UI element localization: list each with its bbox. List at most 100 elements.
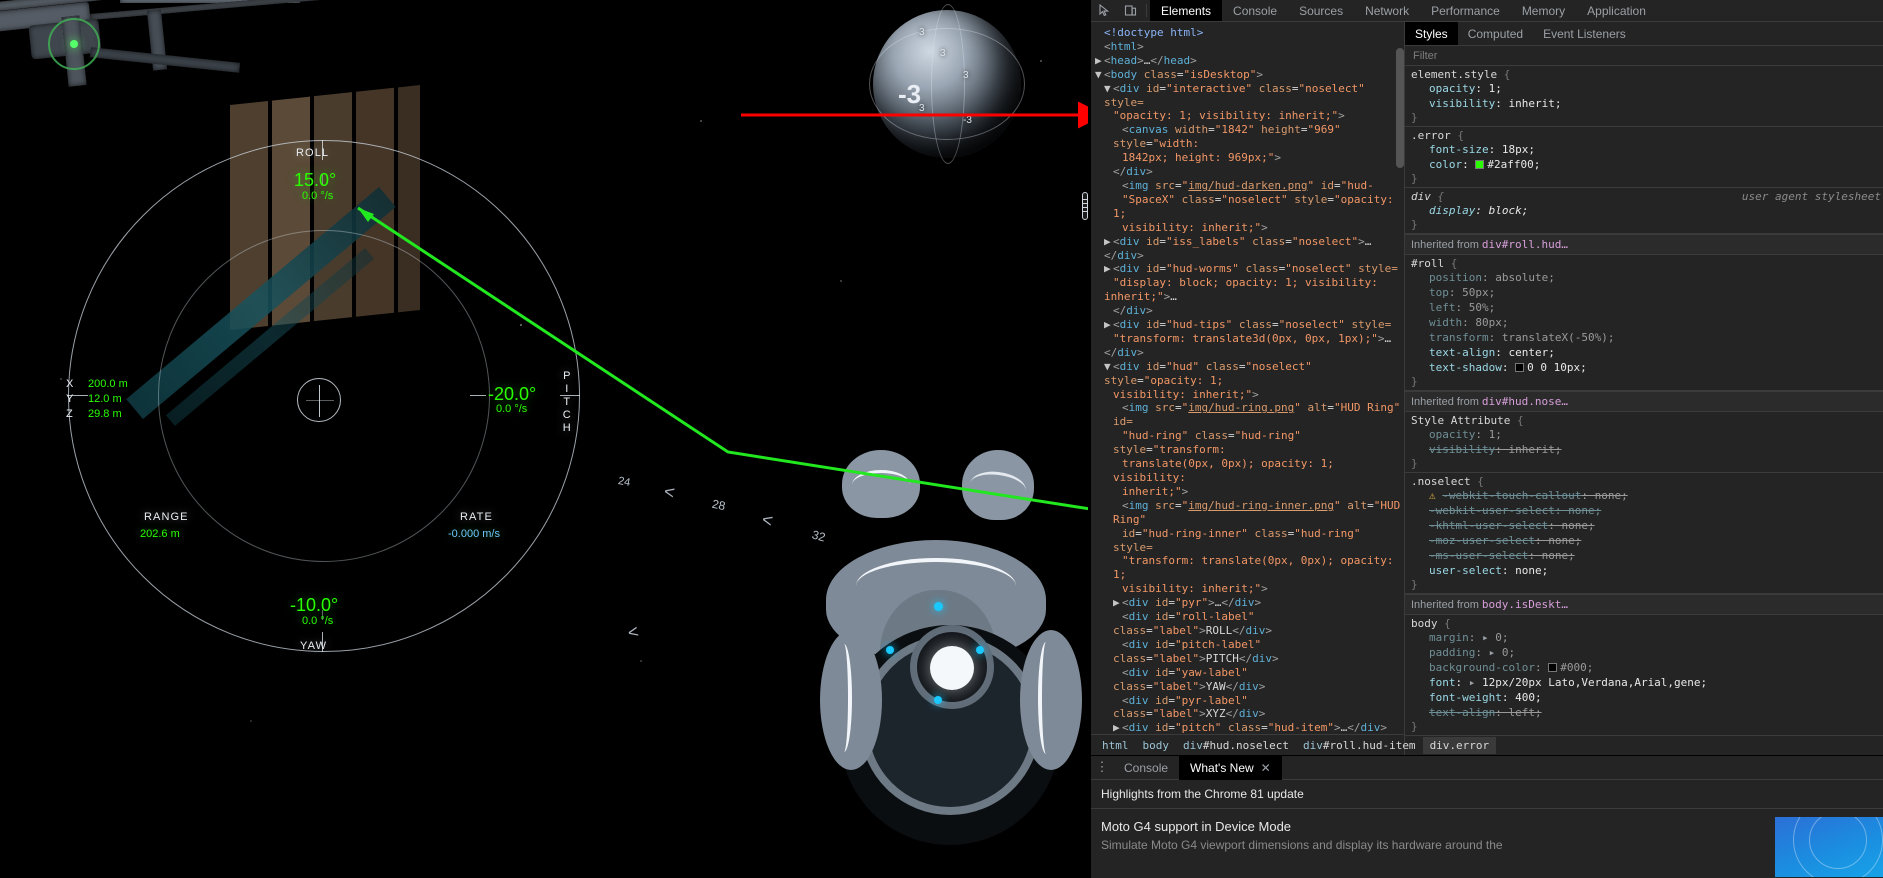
style-rule[interactable]: Style Attribute {opacity: 1; visibility: …: [1405, 412, 1883, 473]
style-rule[interactable]: body {margin: ▸ 0; padding: ▸ 0; backgroun…: [1405, 615, 1883, 736]
disclosure-triangle-icon[interactable]: ▼: [1104, 360, 1113, 374]
disclosure-triangle-icon[interactable]: ▼: [1095, 68, 1104, 82]
dom-node[interactable]: ▶ <div id="iss_labels" class="noselect">……: [1095, 235, 1404, 263]
style-property[interactable]: opacity: 1;: [1411, 427, 1883, 442]
style-source-link[interactable]: user agent stylesheet: [1742, 190, 1881, 203]
dom-node[interactable]: <img src="img/hud-ring-inner.png" alt="H…: [1095, 499, 1404, 527]
dom-node[interactable]: <div id="pitch-label" class="label">PITC…: [1095, 638, 1404, 666]
tab-computed[interactable]: Computed: [1458, 22, 1533, 45]
dom-node[interactable]: "SpaceX" class="noselect" style="opacity…: [1095, 193, 1404, 221]
tab-application[interactable]: Application: [1576, 0, 1657, 21]
breadcrumb-item[interactable]: div#roll.hud-item: [1296, 737, 1423, 754]
dom-node[interactable]: 1842px; height: 969px;">: [1095, 151, 1404, 165]
dom-scrollbar[interactable]: [1396, 48, 1404, 168]
style-property[interactable]: display: block;: [1411, 203, 1883, 218]
inspect-icon[interactable]: [1091, 0, 1117, 21]
style-rule-selector[interactable]: Style Attribute {: [1411, 414, 1883, 427]
tab-performance[interactable]: Performance: [1420, 0, 1511, 21]
tab-console[interactable]: Console: [1222, 0, 1288, 21]
style-rule-selector[interactable]: body {: [1411, 617, 1883, 630]
style-rule-selector[interactable]: .noselect {: [1411, 475, 1883, 488]
style-rule[interactable]: #roll {position: absolute; top: 50px; left…: [1405, 255, 1883, 391]
tab-network[interactable]: Network: [1354, 0, 1420, 21]
style-property[interactable]: font: ▸ 12px/20px Lato,Verdana,Arial,gen…: [1411, 675, 1883, 690]
dom-node[interactable]: "transform: translate3d(0px, 0px, 1px);"…: [1095, 332, 1404, 360]
style-property[interactable]: transform: translateX(-50%);: [1411, 330, 1883, 345]
style-rule[interactable]: .error {font-size: 18px; color: #2aff00;}: [1405, 127, 1883, 188]
style-property[interactable]: -ms-user-select: none;: [1411, 548, 1883, 563]
tab-styles[interactable]: Styles: [1405, 22, 1458, 45]
panel-resize-handle[interactable]: [1078, 192, 1088, 220]
dom-node[interactable]: <img src="img/hud-ring.png" alt="HUD Rin…: [1095, 401, 1404, 429]
style-property[interactable]: background-color: #000;: [1411, 660, 1883, 675]
dom-node[interactable]: <!doctype html>: [1095, 26, 1404, 40]
styles-tabbar[interactable]: Styles Computed Event Listeners: [1405, 22, 1883, 46]
style-property[interactable]: visibility: inherit;: [1411, 442, 1883, 457]
style-property[interactable]: padding: ▸ 0;: [1411, 645, 1883, 660]
dom-node[interactable]: "display: block; opacity: 1; visibility:…: [1095, 276, 1404, 304]
dom-node[interactable]: ▶ <head>…</head>: [1095, 54, 1404, 68]
style-property[interactable]: opacity: 1;: [1411, 81, 1883, 96]
disclosure-triangle-icon[interactable]: ▼: [1104, 82, 1113, 96]
dom-node[interactable]: ▼ <div id="hud" class="noselect" style="o…: [1095, 360, 1404, 388]
breadcrumb-item[interactable]: div#hud.noselect: [1176, 737, 1296, 754]
dom-node[interactable]: ▼ <body class="isDesktop">: [1095, 68, 1404, 82]
dom-node[interactable]: ▼ <div id="interactive" class="noselect" …: [1095, 82, 1404, 110]
style-property[interactable]: text-align: left;: [1411, 705, 1883, 720]
dom-node[interactable]: ▶ <div id="pyr">…</div>: [1095, 596, 1404, 610]
dom-node[interactable]: visibility: inherit;">: [1095, 582, 1404, 596]
dom-node[interactable]: "hud-ring" class="hud-ring" style="trans…: [1095, 429, 1404, 457]
dom-node[interactable]: <div id="roll-label" class="label">ROLL<…: [1095, 610, 1404, 638]
style-property[interactable]: -webkit-user-select: none;: [1411, 503, 1883, 518]
dom-node[interactable]: </div>: [1095, 165, 1404, 179]
style-rule-selector[interactable]: #roll {: [1411, 257, 1883, 270]
style-property[interactable]: left: 50%;: [1411, 300, 1883, 315]
devtools-panel[interactable]: Elements Console Sources Network Perform…: [1091, 0, 1883, 878]
style-rule[interactable]: element.style {opacity: 1; visibility: in…: [1405, 66, 1883, 127]
color-swatch[interactable]: [1475, 160, 1485, 169]
style-property[interactable]: -khtml-user-select: none;: [1411, 518, 1883, 533]
dom-node[interactable]: ▶ <div id="hud-worms" class="noselect" st…: [1095, 262, 1404, 276]
drawer-tab-whats-new[interactable]: What's New ✕: [1179, 755, 1282, 780]
tab-memory[interactable]: Memory: [1511, 0, 1576, 21]
style-property[interactable]: ⚠ -webkit-touch-callout: none;: [1411, 488, 1883, 503]
breadcrumb-item[interactable]: body: [1136, 737, 1177, 754]
drawer-tab-console[interactable]: Console: [1113, 756, 1179, 780]
disclosure-triangle-icon[interactable]: ▶: [1113, 596, 1122, 610]
style-rule-selector[interactable]: div {user agent stylesheet: [1411, 190, 1883, 203]
dom-node[interactable]: inherit;">: [1095, 485, 1404, 499]
style-property[interactable]: user-select: none;: [1411, 563, 1883, 578]
style-property[interactable]: margin: ▸ 0;: [1411, 630, 1883, 645]
dom-node[interactable]: ▶ <div id="hud-tips" class="noselect" sty…: [1095, 318, 1404, 332]
dom-node[interactable]: <div id="pyr-label" class="label">XYZ</d…: [1095, 694, 1404, 722]
disclosure-triangle-icon[interactable]: ▶: [1104, 318, 1113, 332]
style-property[interactable]: position: absolute;: [1411, 270, 1883, 285]
devtools-drawer[interactable]: ⋮ Console What's New ✕ Highlights from t…: [1091, 755, 1883, 878]
drawer-tabbar[interactable]: ⋮ Console What's New ✕: [1091, 755, 1883, 780]
dom-node[interactable]: translate(0px, 0px); opacity: 1; visibil…: [1095, 457, 1404, 485]
style-property[interactable]: top: 50px;: [1411, 285, 1883, 300]
close-icon[interactable]: ✕: [1261, 761, 1271, 775]
style-rule[interactable]: .noselect {⚠ -webkit-touch-callout: none…: [1405, 473, 1883, 594]
style-rule-selector[interactable]: element.style {: [1411, 68, 1883, 81]
style-property[interactable]: color: #2aff00;: [1411, 157, 1883, 172]
styles-filter-input[interactable]: Filter: [1405, 46, 1883, 66]
dom-node[interactable]: visibility: inherit;">: [1095, 388, 1404, 402]
style-property[interactable]: text-shadow: 0 0 10px;: [1411, 360, 1883, 375]
style-property[interactable]: font-size: 18px;: [1411, 142, 1883, 157]
styles-rules-list[interactable]: element.style {opacity: 1; visibility: in…: [1405, 66, 1883, 736]
dom-node[interactable]: <html>: [1095, 40, 1404, 54]
dom-node[interactable]: <canvas width="1842" height="969" style=…: [1095, 123, 1404, 151]
color-swatch[interactable]: [1548, 663, 1558, 672]
tab-elements[interactable]: Elements: [1150, 0, 1223, 21]
dom-breadcrumb[interactable]: html body div#hud.noselect div#roll.hud-ite…: [1091, 734, 1497, 755]
color-swatch[interactable]: [1515, 363, 1525, 372]
dom-node[interactable]: <img src="img/hud-darken.png" id="hud-: [1095, 179, 1404, 193]
tab-event-listeners[interactable]: Event Listeners: [1533, 22, 1636, 45]
style-property[interactable]: -moz-user-select: none;: [1411, 533, 1883, 548]
iss-docking-simulator[interactable]: 3 3 3 3 -3 -3 ROLL 15.0° 0.0 °/s -20.0° …: [0, 0, 1088, 878]
dom-node[interactable]: "transform: translate(0px, 0px); opacity…: [1095, 554, 1404, 582]
dom-node[interactable]: "opacity: 1; visibility: inherit;">: [1095, 109, 1404, 123]
disclosure-triangle-icon[interactable]: ▶: [1095, 54, 1104, 68]
style-rule[interactable]: div {user agent stylesheet display: block…: [1405, 188, 1883, 234]
